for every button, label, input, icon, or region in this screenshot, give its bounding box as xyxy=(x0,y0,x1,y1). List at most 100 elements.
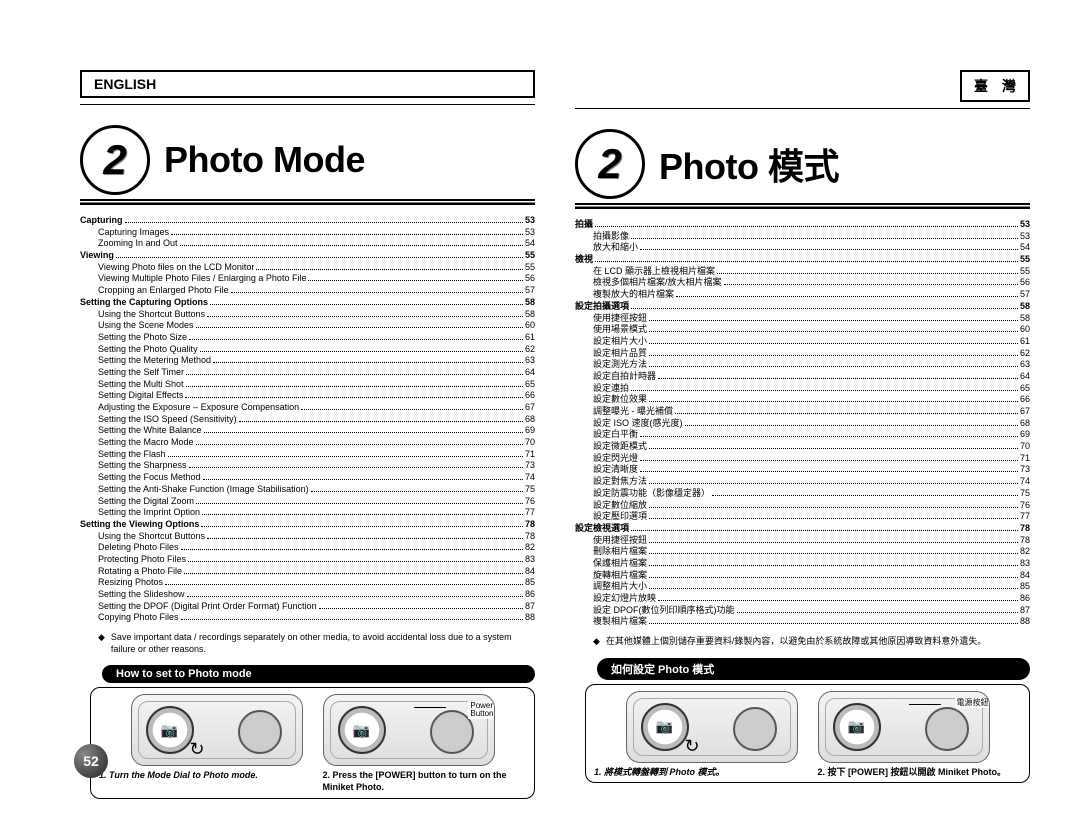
note-text: Save important data / recordings separat… xyxy=(111,632,535,655)
toc-leader xyxy=(717,273,1018,274)
toc-label: 檢視 xyxy=(575,254,593,266)
toc-leader xyxy=(595,226,1018,227)
toc-row: Setting the Photo Size61 xyxy=(80,332,535,344)
toc-row: 設定防震功能（影像穩定器）75 xyxy=(575,488,1030,500)
toc-leader xyxy=(631,390,1018,391)
toc-leader xyxy=(649,401,1018,402)
toc-row: Setting the Photo Quality62 xyxy=(80,344,535,356)
mode-dial-icon: 📷 xyxy=(641,703,689,751)
toc-leader xyxy=(188,561,523,562)
toc-page: 61 xyxy=(1020,336,1030,348)
toc-page: 57 xyxy=(1020,289,1030,301)
toc-page: 83 xyxy=(525,554,535,566)
toc-label: Setting the Flash xyxy=(98,449,166,461)
step-2: 2. Press the [POWER] button to turn on t… xyxy=(323,770,527,793)
toc-label: 在 LCD 顯示器上檢視相片檔案 xyxy=(593,266,715,278)
toc-leader xyxy=(196,503,523,504)
toc-row: 放大和縮小54 xyxy=(575,242,1030,254)
toc-label: 設定相片品質 xyxy=(593,348,647,360)
toc-leader xyxy=(207,316,523,317)
toc-page: 54 xyxy=(1020,242,1030,254)
toc-leader xyxy=(737,612,1018,613)
toc-leader xyxy=(171,234,523,235)
toc-row: Setting the ISO Speed (Sensitivity)68 xyxy=(80,414,535,426)
toc-row: Setting the Sharpness73 xyxy=(80,460,535,472)
toc-label: 複製相片檔案 xyxy=(593,616,647,628)
toc-label: Setting the Sharpness xyxy=(98,460,187,472)
toc-row: 保護相片檔案83 xyxy=(575,558,1030,570)
toc-row: 複製相片檔案 88 xyxy=(575,616,1030,628)
toc-leader xyxy=(181,619,523,620)
chapter-title: Photo Mode xyxy=(164,139,365,181)
table-of-contents: 拍攝53拍攝影像53放大和縮小54檢視55在 LCD 顯示器上檢視相片檔案55檢… xyxy=(575,219,1030,628)
power-button-label: Power Button xyxy=(468,701,494,719)
toc-leader xyxy=(685,425,1018,426)
toc-page: 65 xyxy=(1020,383,1030,395)
note: ◆ 在其他媒體上個別儲存重要資料/錄製內容，以避免由於系統故障或其他原因導致資料… xyxy=(593,636,1030,648)
toc-page: 70 xyxy=(1020,441,1030,453)
toc-label: Setting the ISO Speed (Sensitivity) xyxy=(98,414,237,426)
toc-page: 55 xyxy=(525,262,535,274)
arrow-icon: ↻ xyxy=(190,739,205,760)
toc-label: 使用場景模式 xyxy=(593,324,647,336)
camera-figure-dial: 📷 ↻ xyxy=(131,694,303,766)
toc-page: 55 xyxy=(1020,254,1030,266)
toc-page: 69 xyxy=(525,425,535,437)
toc-leader xyxy=(658,378,1018,379)
toc-leader xyxy=(649,588,1018,589)
toc-leader xyxy=(631,308,1018,309)
toc-label: 設定數位效果 xyxy=(593,394,647,406)
toc-row: 設定壓印選項77 xyxy=(575,511,1030,523)
toc-row: 調整相片大小85 xyxy=(575,581,1030,593)
toc-label: 保護相片檔案 xyxy=(593,558,647,570)
toc-page: 88 xyxy=(1020,616,1030,628)
toc-row: Setting the Focus Method74 xyxy=(80,472,535,484)
toc-leader xyxy=(203,479,523,480)
chapter-number-badge: 2 xyxy=(575,129,645,199)
toc-row: 設定清晰度73 xyxy=(575,464,1030,476)
toc-leader xyxy=(202,514,523,515)
toc-page: 53 xyxy=(525,227,535,239)
mode-dial-icon: 📷 xyxy=(338,706,386,754)
toc-row: Setting the Macro Mode70 xyxy=(80,437,535,449)
howto-box: 📷 ↻ 📷 電源按鈕 1. 將模式轉盤轉到 Photo 模式。 2. 按下 [P… xyxy=(585,684,1030,784)
toc-label: Setting the Photo Quality xyxy=(98,344,198,356)
chapter-number-badge: 2 xyxy=(80,125,150,195)
toc-row: Setting Digital Effects66 xyxy=(80,390,535,402)
page-left: ENGLISH 2 Photo Mode Capturing53Capturin… xyxy=(80,30,555,810)
toc-page: 78 xyxy=(525,519,535,531)
camera-figure-power: 📷 Power Button xyxy=(323,694,495,766)
toc-leader xyxy=(200,351,523,352)
toc-leader xyxy=(649,366,1018,367)
toc-page: 88 xyxy=(525,612,535,624)
toc-label: Capturing xyxy=(80,215,123,227)
toc-leader xyxy=(649,577,1018,578)
toc-row: Protecting Photo Files83 xyxy=(80,554,535,566)
toc-row: Setting the Flash71 xyxy=(80,449,535,461)
toc-row: 拍攝53 xyxy=(575,219,1030,231)
toc-row: 使用捷徑按鈕58 xyxy=(575,313,1030,325)
toc-page: 63 xyxy=(1020,359,1030,371)
toc-row: Setting the Slideshow86 xyxy=(80,589,535,601)
toc-row: 旋轉相片檔案84 xyxy=(575,570,1030,582)
toc-leader xyxy=(631,530,1018,531)
toc-label: 設定檢視選項 xyxy=(575,523,629,535)
toc-label: Setting the White Balance xyxy=(98,425,202,437)
toc-label: 使用捷徑按鈕 xyxy=(593,535,647,547)
toc-leader xyxy=(712,495,1018,496)
toc-label: Setting the Imprint Option xyxy=(98,507,200,519)
toc-label: Setting the DPOF (Digital Print Order Fo… xyxy=(98,601,317,613)
toc-label: Setting the Multi Shot xyxy=(98,379,184,391)
toc-row: Using the Shortcut Buttons58 xyxy=(80,309,535,321)
callout-line xyxy=(414,707,446,708)
toc-row: 設定 DPOF(數位列印順序格式)功能87 xyxy=(575,605,1030,617)
power-button-label: 電源按鈕 xyxy=(955,698,990,708)
toc-row: 在 LCD 顯示器上檢視相片檔案55 xyxy=(575,266,1030,278)
toc-label: 刪除相片檔案 xyxy=(593,546,647,558)
toc-label: 拍攝影像 xyxy=(593,231,629,243)
toc-label: 調整曝光 - 曝光補償 xyxy=(593,406,673,418)
toc-label: 設定 ISO 速度(感光度) xyxy=(593,418,683,430)
toc-page: 76 xyxy=(525,496,535,508)
toc-leader xyxy=(207,538,523,539)
toc-label: 旋轉相片檔案 xyxy=(593,570,647,582)
